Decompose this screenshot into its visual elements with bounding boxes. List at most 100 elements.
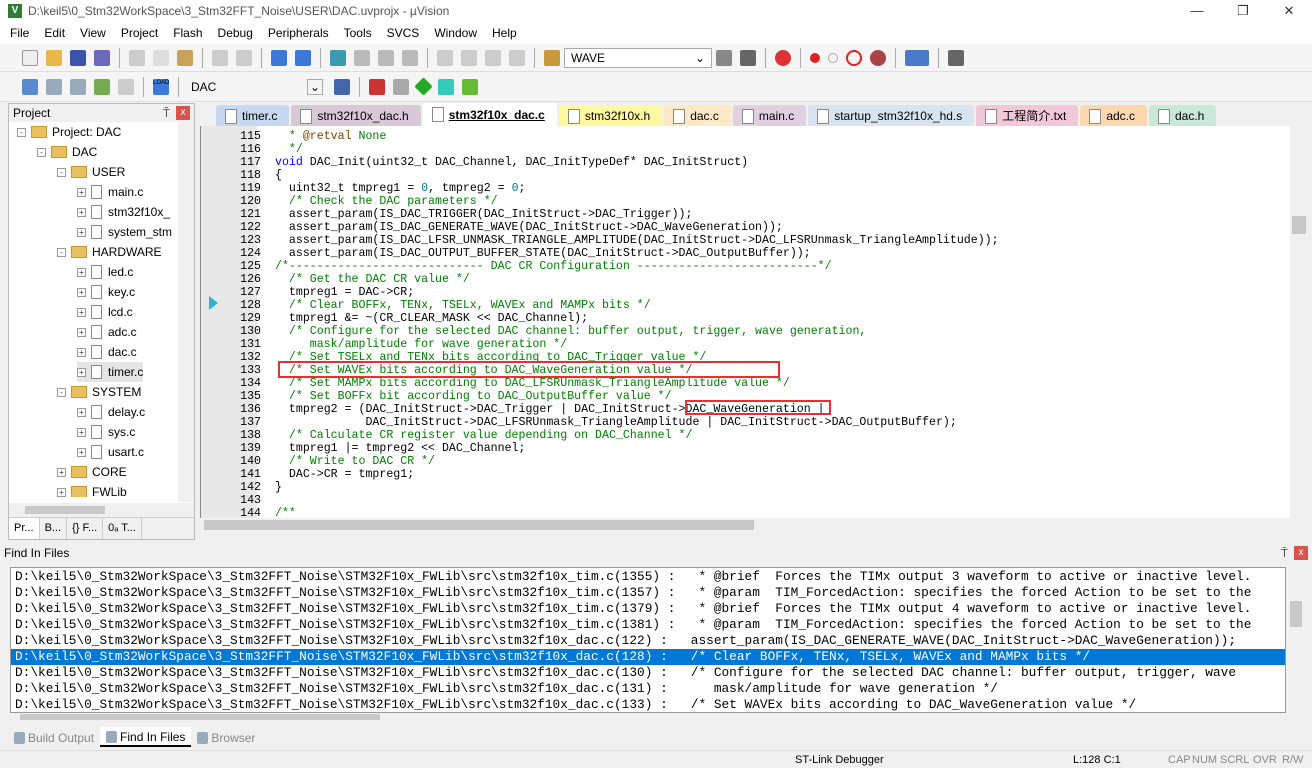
- prev-bookmark-icon[interactable]: [354, 49, 370, 66]
- editor-tab[interactable]: stm32f10x.h: [558, 105, 663, 126]
- find-vscrollbar[interactable]: [1288, 567, 1304, 713]
- menu-view[interactable]: View: [80, 26, 106, 40]
- navigate-forward-icon[interactable]: [295, 49, 311, 66]
- kill-breakpoints-icon[interactable]: [870, 49, 886, 66]
- disable-breakpoint-icon[interactable]: [828, 52, 838, 63]
- tree-item[interactable]: - SYSTEM: [57, 382, 141, 402]
- project-tab[interactable]: B...: [40, 518, 68, 539]
- find-result-row[interactable]: D:\keil5\0_Stm32WorkSpace\3_Stm32FFT_Noi…: [11, 601, 1285, 617]
- new-file-icon[interactable]: [22, 49, 38, 66]
- debug-session-icon[interactable]: [775, 49, 791, 66]
- tree-item[interactable]: + lcd.c: [77, 302, 133, 322]
- editor-hscrollbar[interactable]: [200, 518, 1312, 532]
- find-result-row[interactable]: D:\keil5\0_Stm32WorkSpace\3_Stm32FFT_Noi…: [11, 665, 1285, 681]
- tree-item[interactable]: - USER: [57, 162, 125, 182]
- load-icon[interactable]: LOAD: [153, 78, 169, 95]
- tree-item[interactable]: + led.c: [77, 262, 133, 282]
- menu-peripherals[interactable]: Peripherals: [268, 26, 329, 40]
- find-result-row[interactable]: D:\keil5\0_Stm32WorkSpace\3_Stm32FFT_Noi…: [11, 617, 1285, 633]
- bottom-tab[interactable]: Browser: [191, 727, 261, 747]
- find-result-row[interactable]: D:\keil5\0_Stm32WorkSpace\3_Stm32FFT_Noi…: [11, 681, 1285, 697]
- expand-toggle-icon[interactable]: +: [77, 347, 86, 357]
- pin-icon[interactable]: ⍑: [1281, 546, 1288, 561]
- editor-tab[interactable]: adc.c: [1080, 105, 1147, 126]
- menu-flash[interactable]: Flash: [173, 26, 202, 40]
- translate-icon[interactable]: [22, 78, 38, 95]
- tree-item[interactable]: + stm32f10x_: [77, 202, 170, 222]
- build-icon[interactable]: [46, 78, 62, 95]
- comment-icon[interactable]: [485, 49, 501, 66]
- editor-tab[interactable]: dac.c: [664, 105, 731, 126]
- minimize-button[interactable]: —: [1174, 0, 1220, 22]
- next-bookmark-icon[interactable]: [378, 49, 394, 66]
- editor-tab[interactable]: main.c: [732, 105, 807, 126]
- tree-item[interactable]: + system_stm: [77, 222, 172, 242]
- tree-item[interactable]: + adc.c: [77, 322, 137, 342]
- navigate-back-icon[interactable]: [271, 49, 287, 66]
- tree-item[interactable]: + CORE: [57, 462, 127, 482]
- chevron-down-icon[interactable]: ⌄: [306, 78, 323, 95]
- close-find-panel-button[interactable]: x: [1294, 545, 1308, 560]
- close-button[interactable]: ✕: [1266, 0, 1312, 22]
- tree-item[interactable]: + usart.c: [77, 442, 144, 462]
- tree-item[interactable]: + key.c: [77, 282, 135, 302]
- tree-item[interactable]: - HARDWARE: [57, 242, 162, 262]
- copy-icon[interactable]: [153, 49, 169, 66]
- stop-build-icon[interactable]: [118, 78, 134, 95]
- expand-toggle-icon[interactable]: +: [77, 187, 86, 197]
- target-options-icon[interactable]: [334, 78, 350, 95]
- chevron-down-icon[interactable]: ⌄: [695, 51, 705, 65]
- find-in-files-icon[interactable]: [544, 49, 560, 66]
- target-combo[interactable]: DAC ⌄: [184, 77, 330, 97]
- breakpoint-icon[interactable]: [810, 52, 820, 63]
- editor-tab[interactable]: stm32f10x_dac.c: [422, 103, 557, 126]
- find-result-row[interactable]: D:\keil5\0_Stm32WorkSpace\3_Stm32FFT_Noi…: [11, 697, 1285, 712]
- find-result-row[interactable]: D:\keil5\0_Stm32WorkSpace\3_Stm32FFT_Noi…: [11, 569, 1285, 585]
- expand-toggle-icon[interactable]: -: [57, 247, 66, 257]
- bookmark-icon[interactable]: [330, 49, 346, 66]
- tree-item[interactable]: + main.c: [77, 182, 143, 202]
- expand-toggle-icon[interactable]: -: [57, 167, 66, 177]
- expand-toggle-icon[interactable]: +: [57, 467, 66, 477]
- tree-item[interactable]: - Project: DAC: [17, 122, 121, 142]
- tree-item[interactable]: - DAC: [37, 142, 97, 162]
- bottom-tab[interactable]: Build Output: [8, 727, 100, 747]
- find-icon[interactable]: [716, 49, 732, 66]
- menu-edit[interactable]: Edit: [44, 26, 65, 40]
- expand-toggle-icon[interactable]: +: [77, 327, 86, 337]
- editor-tab[interactable]: startup_stm32f10x_hd.s: [808, 105, 975, 126]
- expand-toggle-icon[interactable]: +: [77, 407, 86, 417]
- editor-tab[interactable]: stm32f10x_dac.h: [291, 105, 421, 126]
- redo-icon[interactable]: [236, 49, 252, 66]
- cut-icon[interactable]: [129, 49, 145, 66]
- batch-build-icon[interactable]: [94, 78, 110, 95]
- tree-item[interactable]: + sys.c: [77, 422, 135, 442]
- expand-toggle-icon[interactable]: +: [77, 267, 86, 277]
- expand-toggle-icon[interactable]: +: [77, 427, 86, 437]
- pack-installer-icon[interactable]: [438, 78, 454, 95]
- menu-window[interactable]: Window: [434, 26, 477, 40]
- find-combo[interactable]: WAVE ⌄: [564, 47, 712, 68]
- menu-project[interactable]: Project: [121, 26, 158, 40]
- disable-all-breakpoints-icon[interactable]: [846, 49, 862, 66]
- expand-toggle-icon[interactable]: +: [77, 307, 86, 317]
- maximize-button[interactable]: ❐: [1220, 0, 1266, 22]
- expand-toggle-icon[interactable]: +: [77, 447, 86, 457]
- code-editor[interactable]: 115 * @retval None 116 */117 void DAC_Init…: [200, 126, 1290, 518]
- expand-toggle-icon[interactable]: -: [37, 147, 46, 157]
- rebuild-icon[interactable]: [70, 78, 86, 95]
- clear-bookmarks-icon[interactable]: [402, 49, 418, 66]
- find-result-row[interactable]: D:\keil5\0_Stm32WorkSpace\3_Stm32FFT_Noi…: [11, 633, 1285, 649]
- expand-toggle-icon[interactable]: +: [77, 287, 86, 297]
- menu-debug[interactable]: Debug: [218, 26, 253, 40]
- project-tab[interactable]: Pr...: [9, 518, 40, 539]
- save-all-icon[interactable]: [94, 49, 110, 66]
- rte-icon[interactable]: [462, 78, 478, 95]
- expand-toggle-icon[interactable]: +: [77, 207, 86, 217]
- menu-svcs[interactable]: SVCS: [387, 26, 420, 40]
- editor-tab[interactable]: 工程简介.txt: [976, 105, 1079, 126]
- project-vscrollbar[interactable]: [178, 122, 194, 502]
- expand-toggle-icon[interactable]: -: [17, 127, 26, 137]
- open-file-icon[interactable]: [46, 49, 62, 66]
- expand-toggle-icon[interactable]: +: [77, 367, 86, 377]
